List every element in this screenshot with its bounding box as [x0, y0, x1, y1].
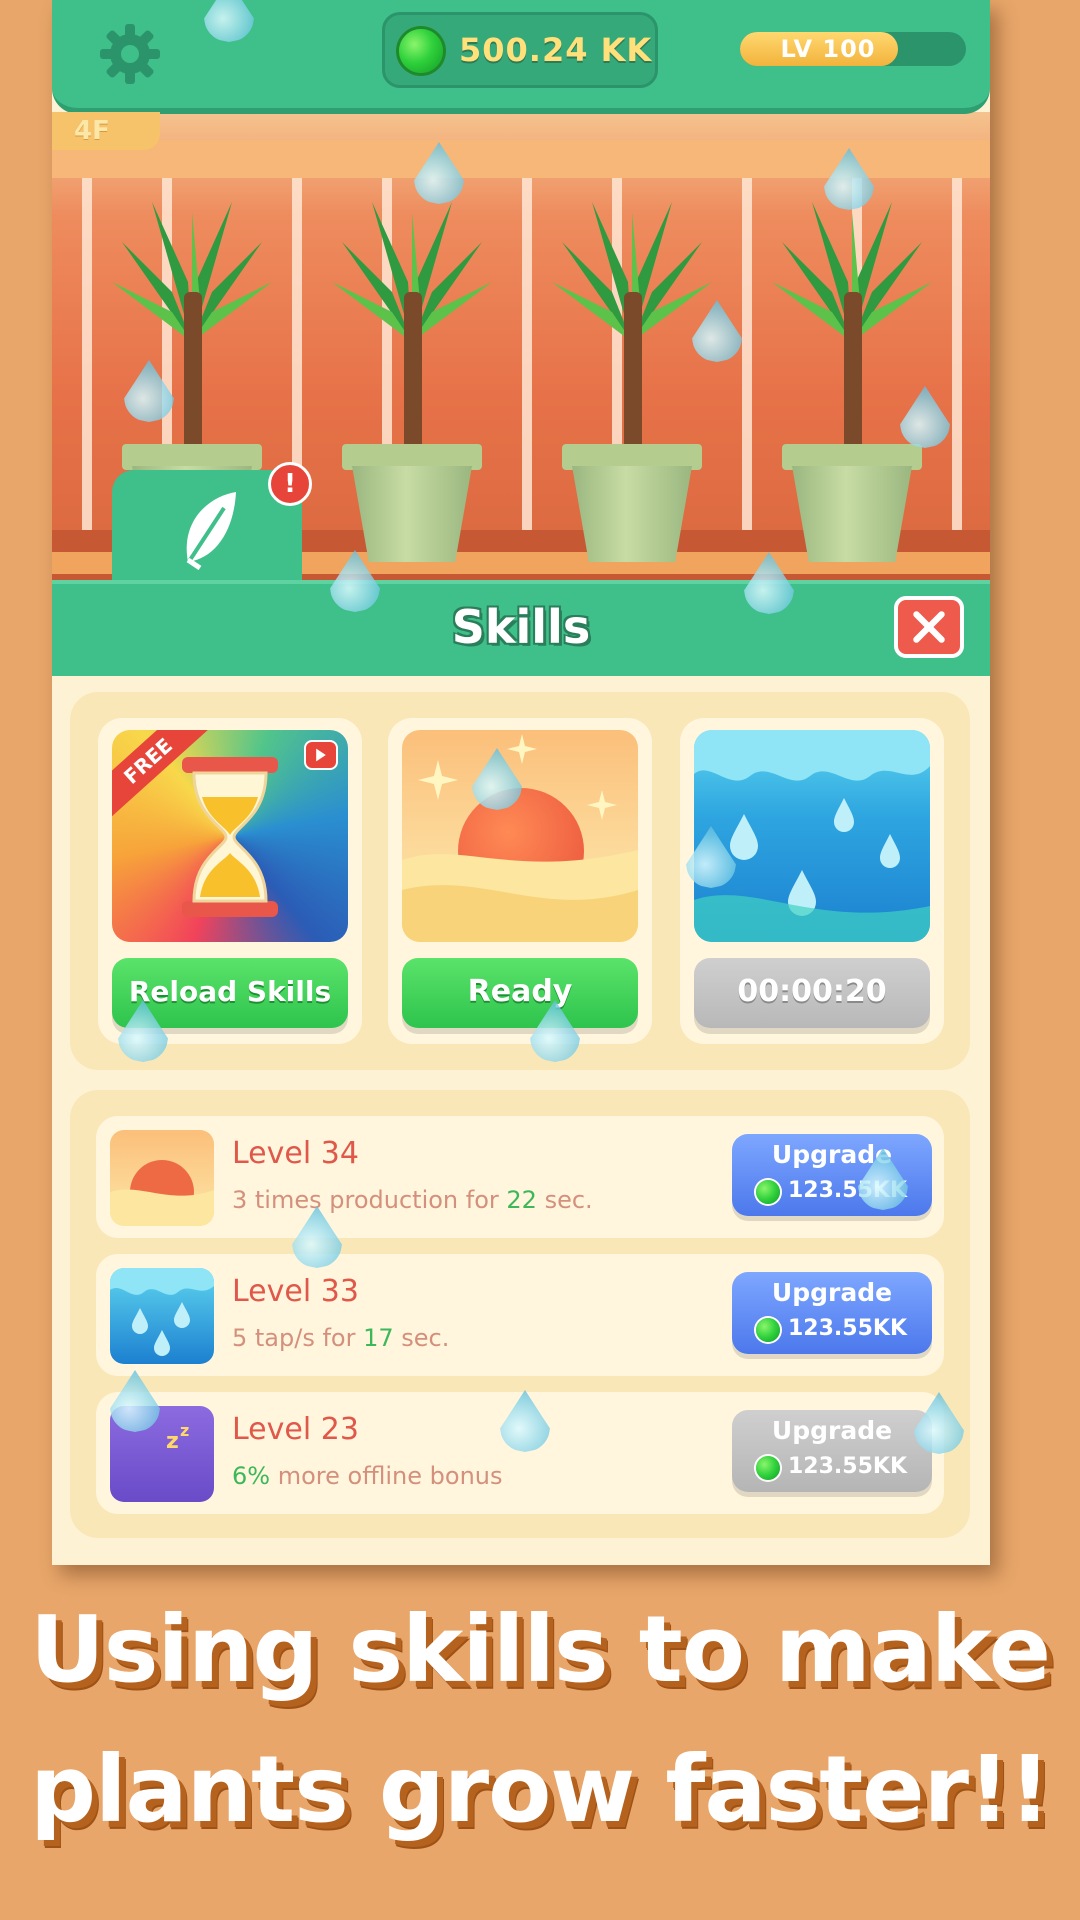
gem-icon	[399, 29, 443, 73]
skill-description: 3 times production for 22 sec.	[232, 1186, 593, 1214]
leaf-icon	[186, 492, 236, 570]
plant-2[interactable]	[312, 172, 512, 562]
upgrade-button[interactable]: Upgrade 123.55KK	[732, 1272, 932, 1354]
game-frame: 500.24 KK LV 100 4F ! Skills FREE Reload…	[52, 0, 990, 1565]
promo-caption-line-1: Using skills to make	[30, 1596, 1051, 1703]
list-item: Level 33 5 tap/s for 17 sec. Upgrade 123…	[96, 1254, 944, 1376]
list-item: Level 34 3 times production for 22 sec. …	[96, 1116, 944, 1238]
skill-level: Level 33	[232, 1274, 359, 1309]
svg-text:z: z	[166, 1429, 179, 1454]
hourglass-icon	[182, 757, 278, 917]
plant-4[interactable]	[752, 172, 952, 562]
level-label: LV 100	[780, 35, 876, 63]
sunrise-skill-icon	[110, 1130, 214, 1226]
skill-card-reload: FREE Reload Skills	[98, 718, 362, 1044]
gem-icon	[756, 1180, 780, 1204]
upgrade-button-disabled: Upgrade 123.55KK	[732, 1410, 932, 1492]
video-ad-icon	[304, 740, 338, 770]
currency-value: 500.24 KK	[459, 31, 653, 69]
floor-tag: 4F	[52, 112, 160, 150]
level-bar: LV 100	[740, 32, 966, 66]
sunrise-image	[402, 730, 638, 942]
skill-card-sun: Ready	[388, 718, 652, 1044]
alert-badge: !	[268, 462, 312, 506]
svg-text:z: z	[180, 1421, 189, 1440]
skills-title: Skills	[451, 600, 591, 654]
upgrade-button[interactable]: Upgrade 123.55KK	[732, 1134, 932, 1216]
skill-description: 6% more offline bonus	[232, 1462, 503, 1490]
skill-level: Level 34	[232, 1136, 359, 1171]
top-bar: 500.24 KK LV 100	[52, 0, 990, 114]
rain-cloud-icon	[694, 730, 930, 942]
gem-icon	[756, 1456, 780, 1480]
plant-3[interactable]	[532, 172, 732, 562]
skill-level: Level 23	[232, 1412, 359, 1447]
rain-image	[694, 730, 930, 942]
close-button[interactable]	[894, 596, 964, 658]
floor-label: 4F	[74, 116, 110, 146]
currency-display: 500.24 KK	[382, 12, 658, 88]
upgrade-cost: 123.55KK	[788, 1316, 907, 1341]
skill-upgrades-list: Level 34 3 times production for 22 sec. …	[70, 1090, 970, 1538]
ready-button[interactable]: Ready	[402, 958, 638, 1028]
gear-icon[interactable]	[98, 22, 162, 86]
skill-description: 5 tap/s for 17 sec.	[232, 1324, 450, 1352]
rain-skill-icon	[110, 1268, 214, 1364]
gem-icon	[756, 1318, 780, 1342]
hourglass-image: FREE	[112, 730, 348, 942]
upgrade-cost: 123.55KK	[788, 1454, 907, 1479]
close-icon	[913, 611, 945, 643]
promo-caption-line-2: plants grow faster!!	[30, 1736, 1051, 1843]
rain-cooldown-timer: 00:00:20	[694, 958, 930, 1028]
skills-header: Skills	[52, 580, 990, 676]
skill-cards-panel: FREE Reload Skills Ready 00:00:20	[70, 692, 970, 1070]
